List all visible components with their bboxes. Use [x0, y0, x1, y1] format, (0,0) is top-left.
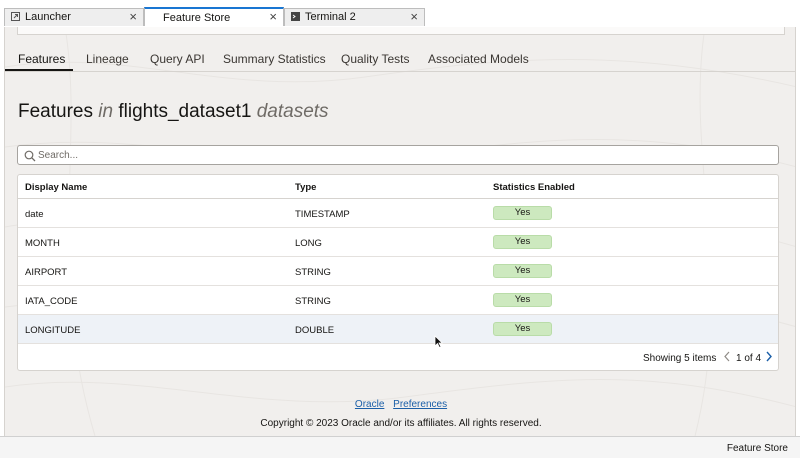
cell-display-name: IATA_CODE	[25, 296, 78, 307]
page-title-dataset: flights_dataset1	[118, 101, 252, 122]
tab-terminal-label: Terminal 2	[305, 11, 356, 23]
tab-terminal[interactable]: Terminal 2 ×	[284, 8, 425, 26]
tab-feature-store[interactable]: Feature Store ×	[144, 7, 284, 26]
search-input[interactable]	[38, 147, 768, 163]
table-row[interactable]: AIRPORT STRING Yes	[18, 257, 778, 286]
cell-display-name: date	[25, 209, 44, 220]
status-badge: Yes	[493, 264, 552, 278]
tab-quality-tests[interactable]: Quality Tests	[341, 52, 409, 66]
features-table: Display Name Type Statistics Enabled dat…	[17, 174, 779, 371]
tab-launcher[interactable]: Launcher ×	[4, 8, 144, 26]
tab-feature-store-label: Feature Store	[163, 12, 231, 24]
search-icon	[24, 149, 36, 162]
tab-features[interactable]: Features	[18, 52, 65, 66]
cell-display-name: LONGITUDE	[25, 325, 81, 336]
status-badge: Yes	[493, 293, 552, 307]
nav-divider	[5, 71, 795, 72]
close-icon[interactable]: ×	[129, 9, 137, 24]
table-row[interactable]: IATA_CODE STRING Yes	[18, 286, 778, 315]
chevron-right-icon[interactable]	[765, 351, 773, 365]
status-badge: Yes	[493, 322, 552, 336]
tab-query-api[interactable]: Query API	[150, 52, 205, 66]
terminal-icon	[291, 12, 300, 21]
page-title-main: Features	[18, 101, 93, 122]
table-footer: Showing 5 items 1 of 4	[18, 344, 778, 370]
mouse-cursor-icon	[434, 335, 443, 348]
status-bar-text: Feature Store	[726, 443, 788, 454]
tab-associated-models[interactable]: Associated Models	[428, 52, 529, 66]
status-bar: Feature Store	[0, 436, 800, 458]
close-icon[interactable]: ×	[269, 9, 277, 24]
column-header-type[interactable]: Type	[295, 182, 316, 193]
column-header-display-name[interactable]: Display Name	[25, 182, 87, 193]
tab-summary-statistics[interactable]: Summary Statistics	[223, 52, 326, 66]
cell-type: STRING	[295, 296, 331, 307]
search-box[interactable]	[17, 145, 779, 165]
tab-bar: Launcher × Feature Store × Terminal 2 ×	[0, 0, 800, 27]
copyright-text: Copyright © 2023 Oracle and/or its affil…	[260, 418, 542, 429]
table-row[interactable]: date TIMESTAMP Yes	[18, 199, 778, 228]
column-header-statistics-enabled[interactable]: Statistics Enabled	[493, 182, 575, 193]
top-strip	[17, 27, 785, 35]
tab-launcher-label: Launcher	[25, 11, 71, 23]
item-count: Showing 5 items	[643, 353, 717, 364]
page-title: Features in flights_dataset1 datasets	[18, 101, 329, 123]
page-title-suffix: datasets	[256, 101, 329, 122]
cell-type: DOUBLE	[295, 325, 335, 336]
feature-store-panel: Features Lineage Query API Summary Stati…	[4, 27, 796, 436]
cell-type: TIMESTAMP	[295, 209, 350, 220]
cell-type: LONG	[295, 238, 322, 249]
feature-nav: Features Lineage Query API Summary Stati…	[5, 47, 795, 73]
chevron-left-icon[interactable]	[723, 351, 731, 365]
cell-type: STRING	[295, 267, 331, 278]
close-icon[interactable]: ×	[410, 9, 418, 24]
footer-links: Oracle Preferences	[5, 399, 795, 410]
table-row[interactable]: MONTH LONG Yes	[18, 228, 778, 257]
launcher-icon	[11, 12, 20, 21]
page-title-in: in	[98, 101, 114, 122]
cell-display-name: AIRPORT	[25, 267, 68, 278]
tab-lineage[interactable]: Lineage	[86, 52, 129, 66]
status-badge: Yes	[493, 235, 552, 249]
status-badge: Yes	[493, 206, 552, 220]
cell-display-name: MONTH	[25, 238, 60, 249]
table-row[interactable]: LONGITUDE DOUBLE Yes	[18, 315, 778, 344]
table-header: Display Name Type Statistics Enabled	[18, 175, 778, 199]
oracle-link[interactable]: Oracle	[355, 399, 384, 410]
page-indicator: 1 of 4	[736, 353, 762, 364]
preferences-link[interactable]: Preferences	[393, 399, 447, 410]
